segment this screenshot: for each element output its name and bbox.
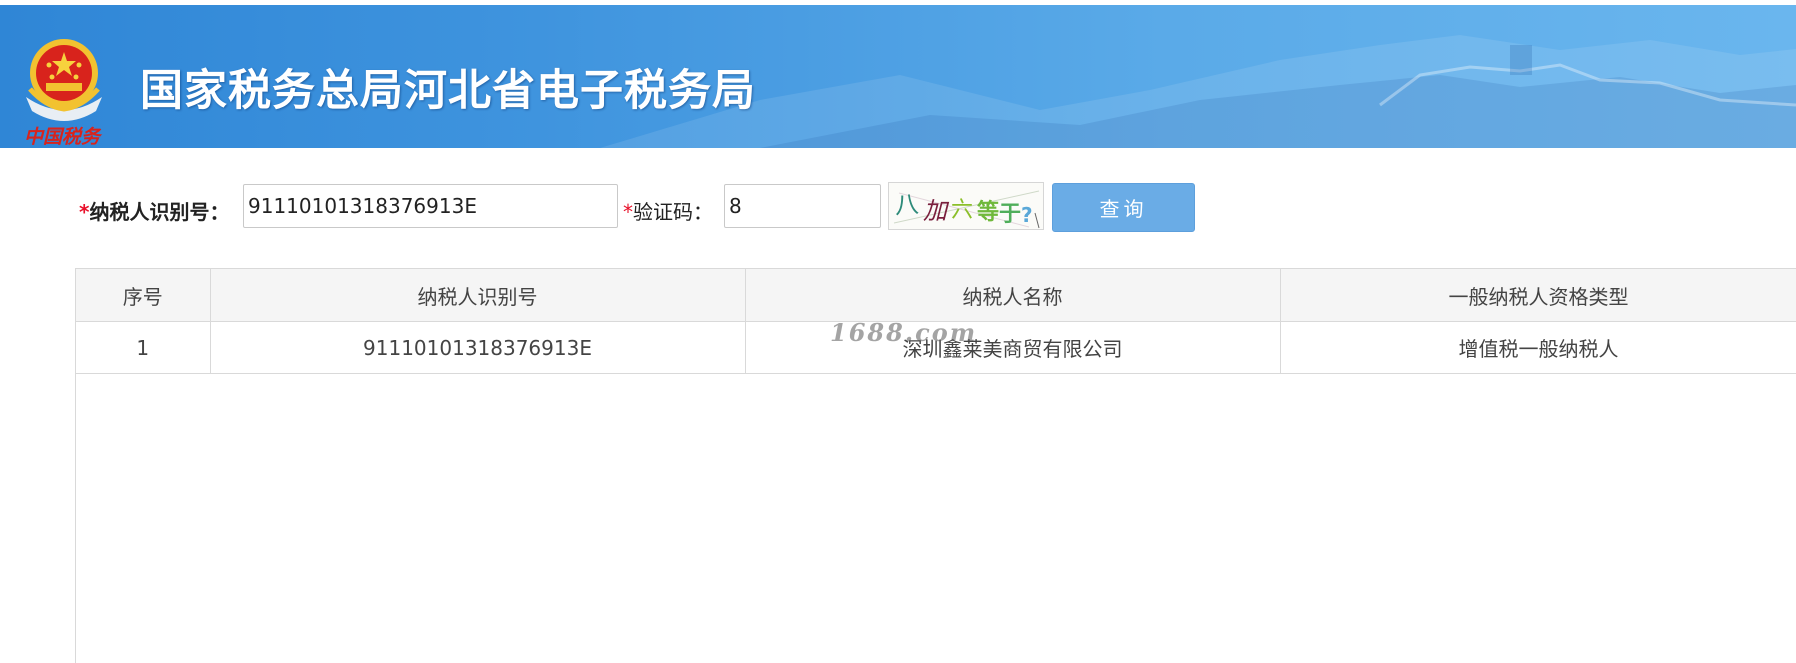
cell-qualification: 增值税一般纳税人 [1280, 321, 1796, 374]
taxid-label-text: 纳税人识别号： [89, 200, 230, 224]
captcha-char: 八 [894, 190, 920, 220]
captcha-char: 加 [923, 197, 950, 225]
column-header-name: 纳税人名称 [745, 269, 1281, 322]
taxid-input[interactable] [243, 184, 618, 228]
captcha-char: 等 [977, 199, 999, 225]
captcha-image-graphic: 八 加 六 等 于 ? [894, 190, 1040, 229]
page-title: 国家税务总局河北省电子税务局 [140, 66, 756, 116]
table-row: 1 91110101318376913E 深圳鑫莱美商贸有限公司 增值税一般纳税… [76, 321, 1796, 374]
column-header-taxid: 纳税人识别号 [210, 269, 746, 322]
results-table: 序号 纳税人识别号 纳税人名称 一般纳税人资格类型 1 911101013183… [76, 269, 1796, 374]
captcha-input[interactable] [724, 184, 881, 228]
results-table-container: 序号 纳税人识别号 纳税人名称 一般纳税人资格类型 1 911101013183… [75, 268, 1796, 663]
cell-name: 深圳鑫莱美商贸有限公司 [745, 321, 1281, 374]
column-header-index: 序号 [76, 269, 211, 322]
taxid-label: *纳税人识别号： [79, 196, 229, 225]
captcha-char: 于 [999, 201, 1021, 227]
search-form: *纳税人识别号： *验证码： 八 加 六 等 于 ? 查询 [0, 182, 1796, 234]
header-banner: 中国税务 国家税务总局河北省电子税务局 [0, 5, 1796, 148]
column-header-qualification: 一般纳税人资格类型 [1280, 269, 1796, 322]
cell-index: 1 [76, 321, 211, 374]
captcha-char: ? [1021, 203, 1033, 227]
required-mark: * [623, 200, 633, 224]
captcha-image[interactable]: 八 加 六 等 于 ? [888, 182, 1044, 230]
query-button[interactable]: 查询 [1052, 183, 1195, 232]
captcha-label-text: 验证码： [633, 200, 713, 224]
table-header-row: 序号 纳税人识别号 纳税人名称 一般纳税人资格类型 [76, 269, 1796, 322]
captcha-char: 六 [951, 198, 973, 223]
required-mark: * [79, 200, 90, 224]
cell-taxid: 91110101318376913E [210, 321, 746, 374]
emblem-caption-handwritten: 中国税务 [24, 126, 101, 148]
captcha-label: *验证码： [623, 196, 713, 225]
